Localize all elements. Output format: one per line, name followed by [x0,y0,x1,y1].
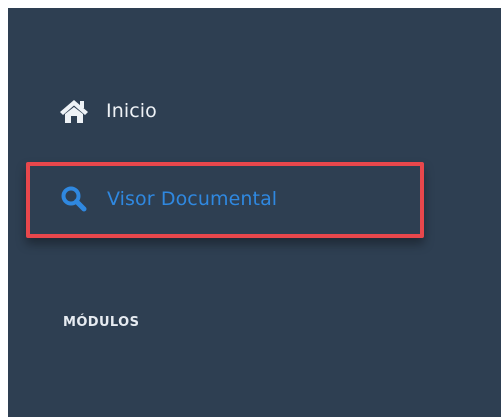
sidebar-item-inicio[interactable]: Inicio [58,88,157,134]
sidebar-item-visor-documental[interactable]: Visor Documental [58,176,277,222]
sidebar-item-label: Inicio [106,100,157,122]
sidebar-item-label: Visor Documental [107,188,278,210]
search-icon [58,185,90,213]
home-icon [58,97,90,125]
section-title-modulos: MÓDULOS [63,315,140,330]
